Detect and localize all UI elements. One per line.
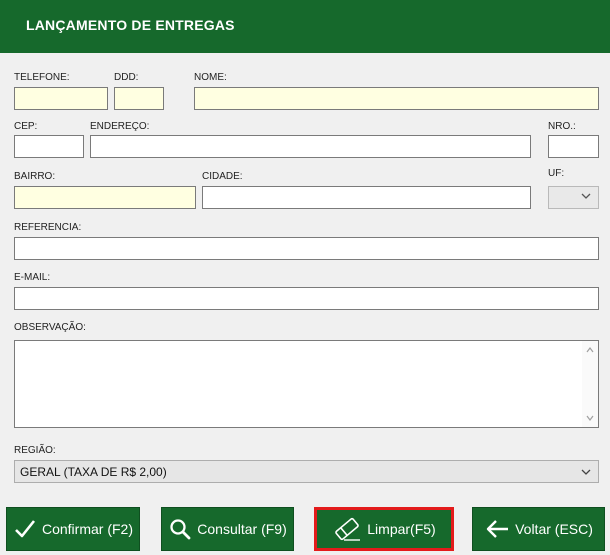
confirmar-button[interactable]: Confirmar (F2) [6,507,140,551]
regiao-label: REGIÃO: [14,445,56,456]
cidade-field[interactable] [202,186,531,209]
telefone-label: TELEFONE: [14,72,70,83]
ddd-label: DDD: [114,72,139,83]
check-icon [15,520,35,538]
nome-field[interactable] [194,87,599,110]
cidade-label: CIDADE: [202,171,243,182]
nro-label: NRO.: [548,121,576,132]
voltar-button[interactable]: Voltar (ESC) [472,507,605,551]
bairro-field[interactable] [14,186,196,209]
email-field[interactable] [14,287,599,310]
referencia-field[interactable] [14,237,599,260]
regiao-select[interactable]: GERAL (TAXA DE R$ 2,00) [14,460,599,483]
ddd-field[interactable] [114,87,164,110]
eraser-icon [335,517,361,541]
regiao-selected-value: GERAL (TAXA DE R$ 2,00) [20,465,167,479]
endereco-label: ENDEREÇO: [90,121,150,132]
arrow-left-icon [486,520,509,538]
confirmar-label: Confirmar (F2) [41,521,133,537]
consultar-label: Consultar (F9) [197,521,287,537]
chevron-down-icon [581,469,591,475]
chevron-down-icon [581,193,591,199]
voltar-label: Voltar (ESC) [515,521,593,537]
telefone-field[interactable] [14,87,108,110]
scroll-down-icon[interactable] [586,415,594,421]
limpar-label: Limpar(F5) [367,521,436,537]
cep-field[interactable] [14,135,84,158]
uf-label: UF: [548,168,565,179]
endereco-field[interactable] [90,135,531,158]
bairro-label: BAIRRO: [14,171,56,182]
limpar-button[interactable]: Limpar(F5) [314,507,454,551]
observacao-textarea[interactable] [14,340,599,428]
app-header: LANÇAMENTO DE ENTREGAS [0,0,610,53]
email-label: E-MAIL: [14,272,51,283]
nro-field[interactable] [548,135,599,158]
uf-select[interactable] [548,186,599,209]
referencia-label: REFERENCIA: [14,222,82,233]
observacao-label: OBSERVAÇÃO: [14,322,86,333]
scroll-up-icon[interactable] [586,347,594,353]
nome-label: NOME: [194,72,227,83]
page-title: LANÇAMENTO DE ENTREGAS [26,17,235,33]
cep-label: CEP: [14,121,38,132]
consultar-button[interactable]: Consultar (F9) [161,507,294,551]
observacao-scrollbar[interactable] [582,341,598,427]
search-icon [170,519,191,540]
